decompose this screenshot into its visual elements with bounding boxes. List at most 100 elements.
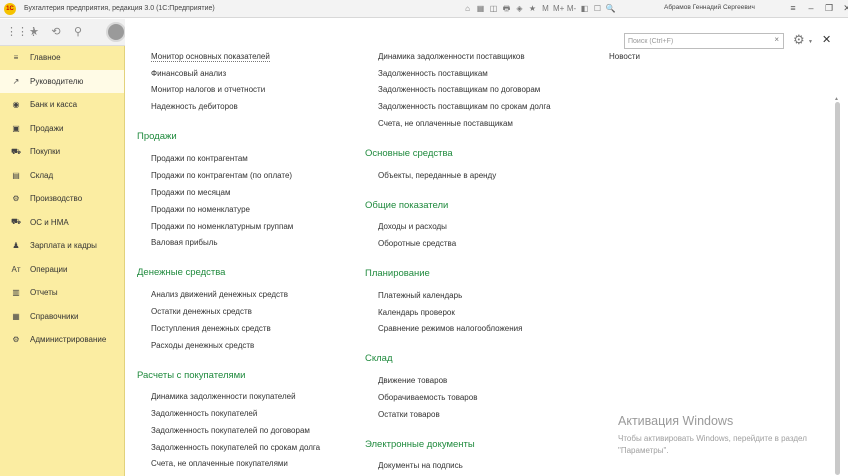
link-goods-turnover[interactable]: Оборачиваемость товаров bbox=[378, 393, 477, 402]
close-icon[interactable]: ✕ bbox=[822, 33, 831, 47]
link-working-capital[interactable]: Оборотные средства bbox=[378, 239, 456, 248]
search-icon[interactable]: ⚲ bbox=[72, 26, 84, 38]
cart-icon: ⛟ bbox=[10, 146, 22, 156]
group-title-edocs: Электронные документы bbox=[365, 439, 475, 450]
memory-minus-icon[interactable]: M- bbox=[566, 3, 577, 14]
sidebar-item-warehouse[interactable]: ▤ Склад bbox=[0, 164, 124, 188]
link-debtor-reliability[interactable]: Надежность дебиторов bbox=[151, 102, 238, 111]
title-bar: 1С Бухгалтерия предприятия, редакция 3.0… bbox=[0, 0, 848, 18]
link-tax-regime-comparison[interactable]: Сравнение режимов налогообложения bbox=[378, 324, 522, 333]
zoom-icon[interactable]: 🔍 bbox=[605, 3, 616, 14]
activation-watermark-title: Активация Windows bbox=[618, 414, 734, 428]
avatar[interactable] bbox=[106, 22, 126, 42]
close-window-icon[interactable]: ✕ bbox=[840, 2, 848, 15]
link-customer-debt-by-contract[interactable]: Задолженность покупателей по договорам bbox=[151, 426, 310, 435]
bank-icon: ◉ bbox=[12, 100, 20, 110]
sidebar-item-catalogs[interactable]: ▦ Справочники bbox=[0, 305, 124, 329]
link-unpaid-customer-invoices[interactable]: Счета, не оплаченные покупателями bbox=[151, 459, 288, 468]
link-sales-by-product-group[interactable]: Продажи по номенклатурным группам bbox=[151, 222, 293, 231]
link-icon[interactable]: ◈ bbox=[514, 3, 525, 14]
restore-icon[interactable]: ❐ bbox=[822, 2, 836, 15]
apps-grid-icon[interactable]: ⋮⋮⋮ bbox=[6, 26, 39, 38]
bell-icon[interactable]: ☐ bbox=[592, 3, 603, 14]
link-gross-profit[interactable]: Валовая прибыль bbox=[151, 238, 218, 247]
link-cash-receipts[interactable]: Поступления денежных средств bbox=[151, 324, 271, 333]
sidebar-item-salary[interactable]: ♟ Зарплата и кадры bbox=[0, 234, 124, 258]
warehouse-icon: ▤ bbox=[12, 170, 20, 180]
sidebar-item-label: Операции bbox=[30, 264, 68, 274]
print-icon[interactable]: 🖶 bbox=[501, 3, 512, 14]
sidebar-item-reports[interactable]: ▥ Отчеты bbox=[0, 281, 124, 305]
link-supplier-debt-by-term[interactable]: Задолженность поставщикам по срокам долг… bbox=[378, 102, 551, 111]
scrollbar[interactable] bbox=[834, 102, 840, 476]
sidebar-item-label: Банк и касса bbox=[30, 100, 78, 110]
group-title-general: Общие показатели bbox=[365, 200, 449, 211]
group-title-customers: Расчеты с покупателями bbox=[137, 370, 246, 381]
link-goods-movement[interactable]: Движение товаров bbox=[378, 376, 447, 385]
link-news[interactable]: Новости bbox=[609, 52, 640, 61]
link-customer-debt-by-term[interactable]: Задолженность покупателей по срокам долг… bbox=[151, 443, 320, 452]
main-menu-icon[interactable]: ≡ bbox=[786, 2, 800, 15]
link-financial-analysis[interactable]: Финансовый анализ bbox=[151, 69, 226, 78]
memory-plus-icon[interactable]: M+ bbox=[553, 3, 564, 14]
link-monitor-key-indicators[interactable]: Монитор основных показателей bbox=[151, 52, 270, 62]
truck-icon: ⛟ bbox=[10, 217, 22, 227]
link-payment-calendar[interactable]: Платежный календарь bbox=[378, 291, 462, 300]
sidebar-item-operations[interactable]: Aт Операции bbox=[0, 258, 124, 282]
link-tax-monitor[interactable]: Монитор налогов и отчетности bbox=[151, 85, 265, 94]
menu-icon: ≡ bbox=[13, 53, 19, 63]
sidebar-item-admin[interactable]: ⚙ Администрирование bbox=[0, 328, 124, 352]
calc-icon[interactable]: ▦ bbox=[475, 3, 486, 14]
link-sales-by-contractor[interactable]: Продажи по контрагентам bbox=[151, 154, 248, 163]
link-sales-by-contractor-paid[interactable]: Продажи по контрагентам (по оплате) bbox=[151, 171, 292, 180]
link-sales-by-month[interactable]: Продажи по месяцам bbox=[151, 188, 230, 197]
title-tools: ⌂ ▦ ◫ 🖶 ◈ ★ M M+ M- ◧ ☐ 🔍 bbox=[462, 3, 616, 14]
sidebar-item-main[interactable]: ≡ Главное bbox=[0, 46, 124, 70]
settings-gear-icon[interactable]: ⚙ bbox=[793, 32, 805, 48]
scrollbar-thumb[interactable] bbox=[835, 102, 840, 475]
link-supplier-debt[interactable]: Задолженность поставщикам bbox=[378, 69, 488, 78]
link-sales-by-product[interactable]: Продажи по номенклатуре bbox=[151, 205, 250, 214]
window-icon[interactable]: ◫ bbox=[488, 3, 499, 14]
sidebar-item-label: Администрирование bbox=[30, 335, 107, 345]
link-cash-flow-analysis[interactable]: Анализ движений денежных средств bbox=[151, 290, 288, 299]
link-leased-objects[interactable]: Объекты, переданные в аренду bbox=[378, 171, 496, 180]
user-name[interactable]: Абрамов Геннадий Сергеевич bbox=[664, 4, 780, 11]
favorites-icon[interactable]: ★ bbox=[28, 26, 40, 38]
app-logo: 1С bbox=[4, 2, 16, 15]
link-inspection-calendar[interactable]: Календарь проверок bbox=[378, 308, 455, 317]
window-controls: ≡ – ❐ ✕ bbox=[786, 2, 848, 15]
link-cash-balances[interactable]: Остатки денежных средств bbox=[151, 307, 252, 316]
link-supplier-debt-by-contract[interactable]: Задолженность поставщикам по договорам bbox=[378, 85, 540, 94]
history-icon[interactable]: ⟲ bbox=[50, 26, 62, 38]
sidebar-item-bank[interactable]: ◉ Банк и касса bbox=[0, 93, 124, 117]
link-income-expenses[interactable]: Доходы и расходы bbox=[378, 222, 447, 231]
search-input[interactable] bbox=[625, 34, 763, 48]
link-documents-to-sign[interactable]: Документы на подпись bbox=[378, 461, 463, 470]
group-title-warehouse: Склад bbox=[365, 353, 393, 364]
star-icon[interactable]: ★ bbox=[527, 3, 538, 14]
home-icon[interactable]: ⌂ bbox=[462, 3, 473, 14]
sidebar-item-label: ОС и НМА bbox=[30, 217, 69, 227]
link-customer-debt-dynamics[interactable]: Динамика задолженности покупателей bbox=[151, 392, 296, 401]
sidebar-item-manager[interactable]: ↗ Руководителю bbox=[0, 69, 124, 93]
sidebar-item-sales[interactable]: ▣ Продажи bbox=[0, 117, 124, 141]
link-cash-expenses[interactable]: Расходы денежных средств bbox=[151, 341, 254, 350]
sidebar: ≡ Главное ↗ Руководителю ◉ Банк и касса ▣ Пр… bbox=[0, 46, 125, 476]
memory-icon[interactable]: M bbox=[540, 3, 551, 14]
sidebar-item-production[interactable]: ⚙ Производство bbox=[0, 187, 124, 211]
sidebar-item-assets[interactable]: ⛟ ОС и НМА bbox=[0, 211, 124, 235]
sidebar-item-purchases[interactable]: ⛟ Покупки bbox=[0, 140, 124, 164]
chevron-down-icon[interactable]: ▼ bbox=[808, 39, 813, 45]
link-customer-debt[interactable]: Задолженность покупателей bbox=[151, 409, 257, 418]
chart-icon: ▥ bbox=[12, 288, 20, 298]
sidebar-item-label: Склад bbox=[30, 170, 54, 180]
sidebar-item-label: Зарплата и кадры bbox=[30, 241, 97, 251]
link-unpaid-supplier-invoices[interactable]: Счета, не оплаченные поставщикам bbox=[378, 119, 513, 128]
link-supplier-debt-dynamics[interactable]: Динамика задолженности поставщиков bbox=[378, 52, 525, 61]
panel-icon[interactable]: ◧ bbox=[579, 3, 590, 14]
clear-icon[interactable]: × bbox=[774, 35, 779, 44]
link-goods-balances[interactable]: Остатки товаров bbox=[378, 410, 440, 419]
minimize-icon[interactable]: – bbox=[804, 2, 818, 15]
sidebar-item-label: Отчеты bbox=[30, 288, 58, 298]
